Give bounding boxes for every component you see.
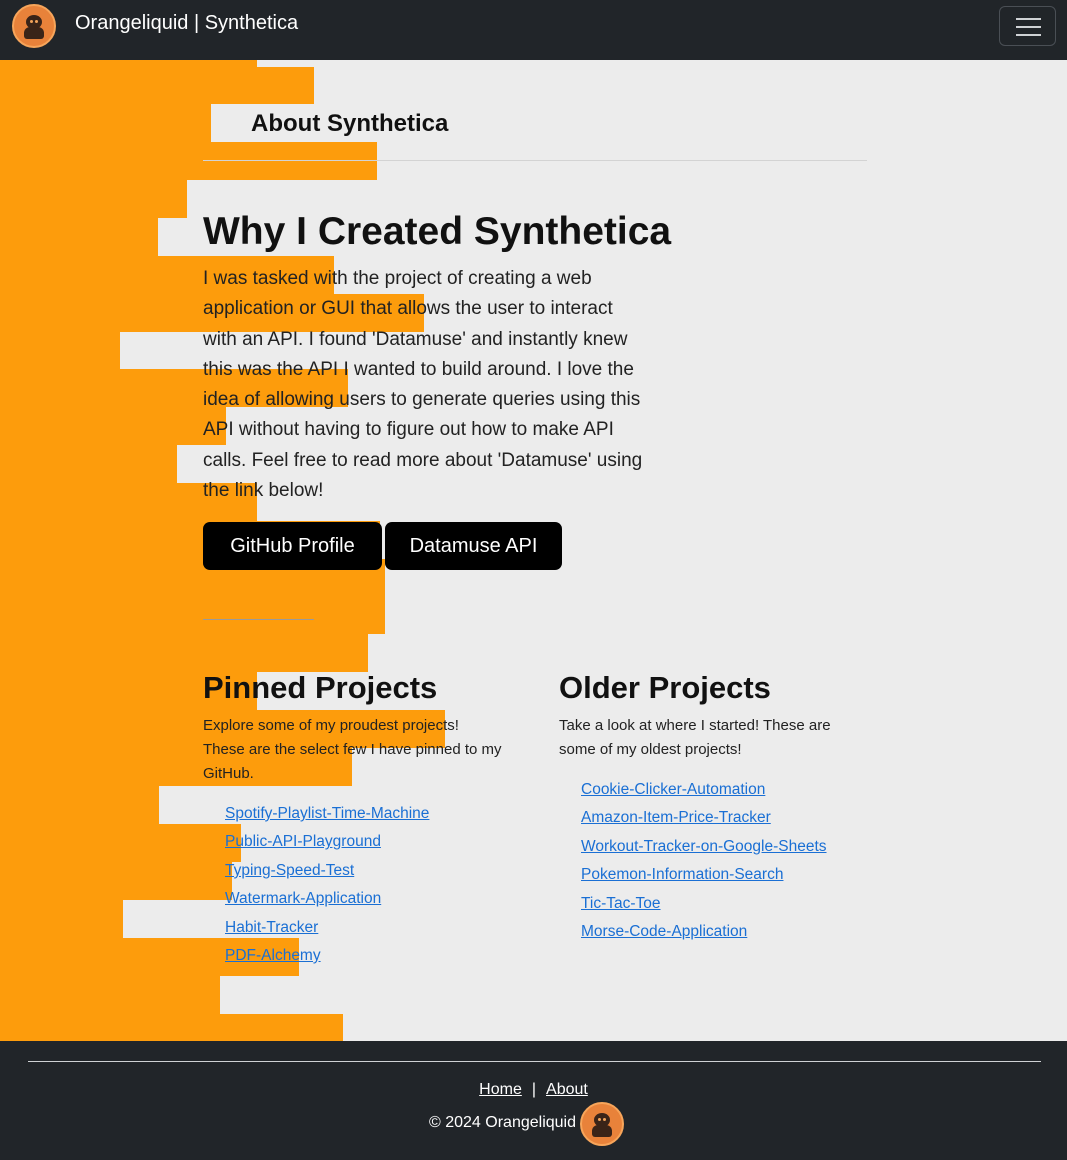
list-item: Workout-Tracker-on-Google-Sheets xyxy=(581,833,827,861)
list-item: Tic-Tac-Toe xyxy=(581,890,827,918)
project-link[interactable]: Habit-Tracker xyxy=(225,919,318,936)
datamuse-api-button[interactable]: Datamuse API xyxy=(385,522,562,570)
pinned-projects-list: Spotify-Playlist-Time-Machine Public-API… xyxy=(225,800,429,970)
divider xyxy=(28,1061,1041,1062)
main-content: About Synthetica Why I Created Synthetic… xyxy=(0,60,1067,1041)
project-link[interactable]: Cookie-Clicker-Automation xyxy=(581,781,765,798)
project-link[interactable]: Workout-Tracker-on-Google-Sheets xyxy=(581,838,827,855)
project-link[interactable]: Amazon-Item-Price-Tracker xyxy=(581,809,771,826)
copyright: © 2024 Orangeliquid xyxy=(429,1114,576,1131)
project-link[interactable]: PDF-Alchemy xyxy=(225,947,321,964)
older-projects-list: Cookie-Clicker-Automation Amazon-Item-Pr… xyxy=(581,776,827,946)
pinned-projects-description: Explore some of my proudest projects! Th… xyxy=(203,717,502,782)
navbar-toggler-button[interactable] xyxy=(999,6,1056,46)
project-link[interactable]: Spotify-Playlist-Time-Machine xyxy=(225,805,429,822)
navbar-brand[interactable]: Orangeliquid | Synthetica xyxy=(75,10,298,36)
list-item: Amazon-Item-Price-Tracker xyxy=(581,804,827,832)
project-link[interactable]: Public-API-Playground xyxy=(225,833,381,850)
footer: Home | About © 2024 Orangeliquid xyxy=(0,1041,1067,1160)
orangeliquid-logo-icon[interactable] xyxy=(12,4,56,48)
project-link[interactable]: Pokemon-Information-Search xyxy=(581,866,783,883)
list-item: Morse-Code-Application xyxy=(581,918,827,946)
navbar: Orangeliquid | Synthetica xyxy=(0,0,1067,60)
footer-home-link[interactable]: Home xyxy=(479,1081,522,1098)
project-link[interactable]: Tic-Tac-Toe xyxy=(581,895,661,912)
list-item: Typing-Speed-Test xyxy=(225,857,429,885)
project-link[interactable]: Morse-Code-Application xyxy=(581,923,747,940)
hamburger-menu-icon xyxy=(1016,18,1041,20)
list-item: Watermark-Application xyxy=(225,885,429,913)
github-profile-button[interactable]: GitHub Profile xyxy=(203,522,382,570)
why-heading: Why I Created Synthetica xyxy=(203,210,672,253)
divider xyxy=(203,160,867,161)
footer-separator: | xyxy=(531,1081,537,1098)
project-link[interactable]: Typing-Speed-Test xyxy=(225,862,354,879)
project-link[interactable]: Watermark-Application xyxy=(225,890,381,907)
older-projects-title: Older Projects xyxy=(559,670,771,705)
pinned-projects-title: Pinned Projects xyxy=(203,670,438,705)
older-projects-description: Take a look at where I started! These ar… xyxy=(559,717,831,758)
list-item: Habit-Tracker xyxy=(225,914,429,942)
why-paragraph: I was tasked with the project of creatin… xyxy=(203,268,643,502)
footer-nav: Home | About xyxy=(0,1080,1067,1100)
footer-about-link[interactable]: About xyxy=(546,1081,588,1098)
list-item: Cookie-Clicker-Automation xyxy=(581,776,827,804)
list-item: Public-API-Playground xyxy=(225,828,429,856)
page-title: About Synthetica xyxy=(251,110,449,137)
list-item: Spotify-Playlist-Time-Machine xyxy=(225,800,429,828)
divider xyxy=(203,619,314,620)
list-item: PDF-Alchemy xyxy=(225,942,429,970)
orangeliquid-logo-icon xyxy=(580,1102,624,1146)
list-item: Pokemon-Information-Search xyxy=(581,861,827,889)
